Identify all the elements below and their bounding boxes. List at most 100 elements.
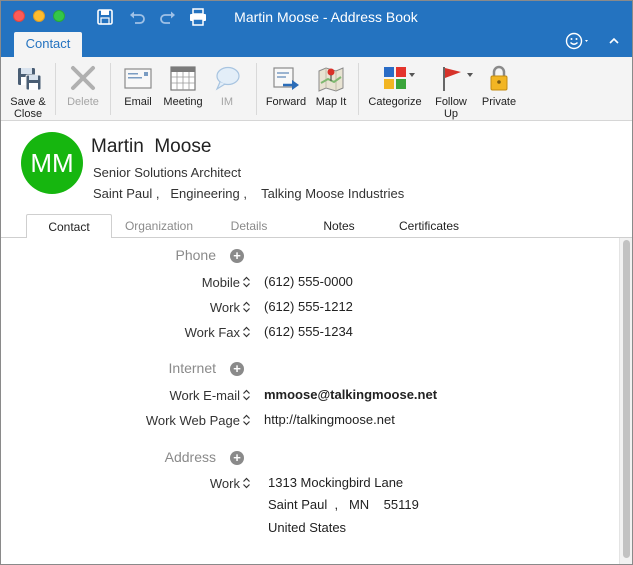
email-button[interactable]: Email [117,57,159,121]
work-web-page-value[interactable]: http://talkingmoose.net [264,412,395,427]
window-title: Martin Moose - Address Book [234,9,418,25]
save-close-button[interactable]: Save & Close [5,57,51,121]
vertical-scrollbar[interactable] [619,238,632,564]
internet-row-email: Work E-mail [1,388,251,406]
lock-icon [490,65,508,91]
meeting-button[interactable]: Meeting [161,57,205,121]
private-button[interactable]: Private [477,57,521,121]
updown-chevron-icon [243,276,250,288]
map-it-label: Map It [315,96,347,108]
ribbon-toolbar: Save & Close Delete Email Meeting IM For… [1,57,632,121]
ribbon-separator [358,63,359,115]
phone-type-selector[interactable]: Work [210,300,251,315]
city-field[interactable]: Saint Paul [93,186,152,201]
work-fax-value[interactable]: (612) 555-1234 [264,324,353,339]
internet-type-label: Work E-mail [169,388,240,403]
categorize-label: Categorize [368,96,422,108]
phone-row-work: Work [1,300,251,318]
save-icon[interactable] [95,7,115,27]
tab-certificates[interactable]: Certificates [389,214,469,238]
private-label: Private [481,96,517,108]
job-title[interactable]: Senior Solutions Architect [93,165,241,180]
ribbon-tab-contact[interactable]: Contact [14,32,82,57]
phone-type-label: Work [209,300,240,315]
ribbon-separator [55,63,56,115]
add-phone-button[interactable]: + [230,249,244,263]
internet-type-label: Work Web Page [145,413,240,428]
address-section-heading: Address [164,449,216,465]
tab-organization[interactable]: Organization [119,214,199,238]
country-value[interactable]: United States [268,520,346,535]
delete-label: Delete [67,96,99,108]
redo-icon[interactable] [158,7,178,27]
first-name[interactable]: Martin [91,136,144,157]
im-button[interactable]: IM [209,57,245,121]
mobile-phone-value[interactable]: (612) 555-0000 [264,274,353,289]
address-city-value[interactable]: Saint Paul [268,497,327,512]
scrollbar-thumb[interactable] [623,240,630,558]
phone-type-label: Mobile [201,275,240,290]
internet-section-heading: Internet [168,360,216,376]
phone-type-selector[interactable]: Mobile [202,275,251,290]
title-bar: Martin Moose - Address Book Contact [1,1,632,57]
internet-type-selector[interactable]: Work Web Page [146,413,251,428]
phone-type-label: Work Fax [184,325,240,340]
updown-chevron-icon [243,477,250,489]
work-email-value[interactable]: mmoose@talkingmoose.net [264,387,437,402]
ribbon-separator [110,63,111,115]
ribbon-separator [256,63,257,115]
categorize-icon [384,67,406,89]
follow-up-dropdown-icon[interactable] [467,73,473,77]
phone-row-mobile: Mobile [1,275,251,293]
work-phone-value[interactable]: (612) 555-1212 [264,299,353,314]
forward-contact-icon [273,67,299,90]
add-address-button[interactable]: + [230,451,244,465]
contact-details-pane: Phone + Mobile (612) 555-0000 Work (612)… [1,238,619,564]
follow-up-label: Follow Up [435,96,467,120]
updown-chevron-icon [243,326,250,338]
feedback-smiley-icon[interactable] [565,31,591,51]
avatar[interactable]: MM [21,132,83,194]
last-name[interactable]: Moose [154,136,211,157]
internet-row-web-page: Work Web Page [1,413,251,431]
follow-up-button[interactable]: Follow Up [429,57,473,121]
contact-meta-line: Saint Paul , Engineering , Talking Moose… [93,186,405,201]
add-internet-button[interactable]: + [230,362,244,376]
department-field[interactable]: Engineering [170,186,239,201]
city-state-zip-line: Saint Paul , MN 55119 [268,497,419,512]
address-zip-value[interactable]: 55119 [384,497,419,512]
undo-icon[interactable] [127,7,147,27]
forward-button[interactable]: Forward [263,57,309,121]
phone-type-selector[interactable]: Work Fax [185,325,251,340]
tab-notes[interactable]: Notes [311,214,367,238]
close-window-button[interactable] [13,10,25,22]
street-value[interactable]: 1313 Mockingbird Lane [268,475,403,490]
tab-contact[interactable]: Contact [26,214,112,239]
calendar-icon [170,66,196,91]
address-type-label: Work [209,476,240,491]
zoom-window-button[interactable] [53,10,65,22]
categorize-dropdown-icon[interactable] [409,73,415,77]
delete-icon [71,66,95,90]
flag-icon [443,67,461,91]
address-row-work: Work [1,476,251,494]
address-book-window: Martin Moose - Address Book Contact Save… [0,0,633,565]
chat-bubble-icon [215,66,240,91]
save-close-label: Save & Close [10,96,46,120]
collapse-ribbon-icon[interactable] [607,34,621,48]
forward-label: Forward [265,96,307,108]
address-type-selector[interactable]: Work [210,476,251,491]
contact-tab-bar: Contact Organization Details Notes Certi… [1,212,632,239]
map-it-button[interactable]: Map It [311,57,351,121]
categorize-button[interactable]: Categorize [365,57,425,121]
delete-button[interactable]: Delete [61,57,105,121]
internet-type-selector[interactable]: Work E-mail [169,388,251,403]
updown-chevron-icon [243,301,250,313]
updown-chevron-icon [243,414,250,426]
address-state-value[interactable]: MN [349,497,369,512]
map-icon [318,67,344,92]
minimize-window-button[interactable] [33,10,45,22]
tab-details[interactable]: Details [221,214,277,238]
company-field[interactable]: Talking Moose Industries [261,186,404,201]
contact-name[interactable]: Martin Moose [91,136,211,158]
